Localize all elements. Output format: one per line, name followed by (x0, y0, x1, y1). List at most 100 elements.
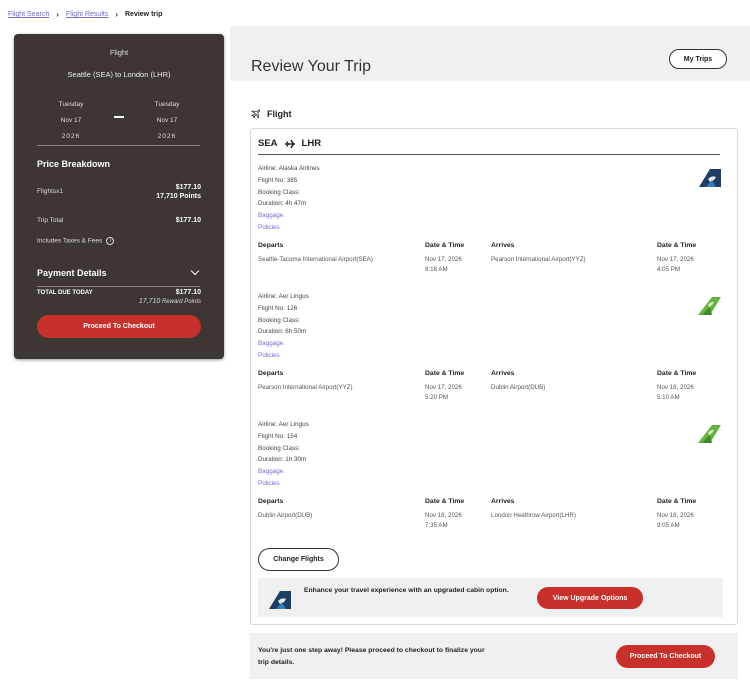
flight-section-title: Flight (267, 108, 292, 119)
depart-date: Nov 17 (60, 117, 82, 124)
segment-duration: Duration: 4h 47m (258, 200, 307, 208)
aer-lingus-logo-icon (698, 297, 721, 315)
depart-time: 7:35 AM (425, 522, 448, 529)
date-time-header: Date & Time (425, 370, 465, 377)
alaska-airlines-logo-icon (699, 169, 721, 187)
arrive-date: Nov 17 (156, 117, 178, 124)
depart-airport: Pearson International Airport(YYZ) (258, 384, 353, 391)
flight-section-header: Flight (251, 108, 292, 119)
arrives-header: Arrives (491, 498, 515, 505)
origin-code: SEA (258, 138, 278, 149)
bottom-checkout-button[interactable]: Proceed To Checkout (616, 645, 715, 668)
route-divider (258, 154, 720, 155)
arrives-header: Arrives (491, 242, 515, 249)
flights-price: $177.10 (175, 184, 201, 191)
date-time-header: Date & Time (657, 498, 697, 505)
depart-datetime: Nov 17, 2026 8:18 AM (425, 255, 462, 275)
segment-booking-class: Booking Class: (258, 444, 300, 452)
segment-airline: Airline: Aer Lingus (258, 421, 309, 428)
price-breakdown-title: Price Breakdown (37, 159, 111, 169)
upgrade-text: Enhance your travel experience with an u… (304, 587, 509, 594)
trip-total-label: Trip Total (37, 217, 64, 224)
summary-divider (37, 145, 200, 146)
sidebar-checkout-button[interactable]: Proceed To Checkout (37, 315, 201, 338)
aer-lingus-logo-icon (698, 425, 721, 443)
depart-date: Nov 17, 2026 (425, 384, 462, 391)
segment-3-details: Airline: Aer Lingus Flight No: 154 Booki… (258, 419, 309, 490)
total-due-value: $177.10 (175, 289, 201, 296)
baggage-link[interactable]: Baggage (258, 338, 309, 350)
breadcrumb-review-trip: Review trip (125, 11, 163, 18)
arrive-datetime: Nov 18, 2026 5:10 AM (657, 383, 694, 403)
date-time-header: Date & Time (657, 370, 697, 377)
upgrade-banner (258, 578, 723, 617)
depart-year: 2026 (61, 133, 81, 140)
flights-count-label: Flightsx1 (37, 188, 64, 195)
arrive-date: Nov 18, 2026 (657, 384, 694, 391)
arrives-header: Arrives (491, 370, 515, 377)
summary-flight-label: Flight (109, 48, 129, 57)
breadcrumb-flight-search[interactable]: Flight Search (8, 11, 49, 18)
date-time-header: Date & Time (425, 242, 465, 249)
baggage-link[interactable]: Baggage (258, 466, 309, 478)
baggage-link[interactable]: Baggage (258, 210, 320, 222)
breadcrumb-flight-results[interactable]: Flight Results (66, 11, 108, 18)
trip-summary-panel: Flight Seattle (SEA) to London (LHR) Tue… (14, 34, 224, 359)
chevron-right-icon: › (115, 10, 118, 19)
departs-header: Departs (258, 370, 284, 377)
depart-weekday: Tuesday (58, 101, 84, 108)
segment-booking-class: Booking Class: (258, 316, 300, 324)
arrive-date: Nov 17, 2026 (657, 256, 694, 263)
taxes-fees-row: Includes Taxes & Fees i (37, 237, 115, 245)
route-header: SEA LHR (258, 138, 321, 149)
segment-flight-no: Flight No: 126 (258, 304, 298, 312)
depart-datetime: Nov 17, 2026 5:20 PM (425, 383, 462, 403)
breadcrumb: Flight Search › Flight Results › Review … (8, 10, 162, 19)
depart-time: 8:18 AM (425, 266, 448, 273)
reward-points: 17,710 Reward Points (104, 298, 201, 305)
segment-flight-no: Flight No: 385 (258, 176, 298, 184)
change-flights-button[interactable]: Change Flights (258, 548, 339, 571)
depart-time: 5:20 PM (425, 394, 449, 401)
flights-points: 17,710 Points (156, 193, 201, 200)
arrive-time: 4:05 PM (657, 266, 681, 273)
segment-duration: Duration: 6h 50m (258, 328, 307, 336)
policies-link[interactable]: Policies (258, 478, 309, 490)
chevron-down-icon[interactable] (190, 266, 200, 276)
depart-airport: Dublin Airport(DUB) (258, 512, 313, 519)
arrive-date-block: Tuesday Nov 17 2026 (137, 97, 197, 145)
policies-link[interactable]: Policies (258, 350, 309, 362)
depart-date: Nov 18, 2026 (425, 512, 462, 519)
segment-duration: Duration: 1h 30m (258, 456, 307, 464)
page-title: Review Your Trip (251, 58, 372, 75)
date-time-header: Date & Time (425, 498, 465, 505)
airplane-icon (251, 109, 261, 119)
arrive-datetime: Nov 18, 2026 9:05 AM (657, 511, 694, 531)
chevron-right-icon: › (56, 10, 59, 19)
arrive-time: 5:10 AM (657, 394, 680, 401)
summary-route: Seattle (SEA) to London (LHR) (67, 70, 171, 79)
arrive-airport: London Heathrow Airport(LHR) (491, 512, 576, 519)
alaska-airlines-logo-icon (269, 591, 291, 609)
reward-points-number: 17,710 (138, 298, 161, 305)
arrive-weekday: Tuesday (154, 101, 180, 108)
arrive-airport: Pearson International Airport(YYZ) (491, 256, 586, 263)
destination-code: LHR (301, 138, 322, 149)
airplane-icon (284, 139, 295, 148)
policies-link[interactable]: Policies (258, 222, 320, 234)
my-trips-button[interactable]: My Trips (669, 49, 727, 69)
info-icon[interactable]: i (106, 237, 115, 245)
arrive-date: Nov 18, 2026 (657, 512, 694, 519)
departs-header: Departs (258, 242, 284, 249)
date-separator (114, 116, 124, 118)
payment-details-title[interactable]: Payment Details (37, 268, 107, 278)
depart-airport: Seattle-Tacoma International Airport(SEA… (258, 256, 373, 263)
checkout-bar-text: You're just one step away! Please procee… (258, 647, 485, 666)
segment-1-details: Airline: Alaska Airlines Flight No: 385 … (258, 163, 320, 234)
arrive-airport: Dublin Airport(DUB) (491, 384, 546, 391)
view-upgrade-options-button[interactable]: View Upgrade Options (537, 587, 643, 609)
segment-flight-no: Flight No: 154 (258, 432, 298, 440)
date-time-header: Date & Time (657, 242, 697, 249)
depart-date: Nov 17, 2026 (425, 256, 462, 263)
depart-datetime: Nov 18, 2026 7:35 AM (425, 511, 462, 531)
